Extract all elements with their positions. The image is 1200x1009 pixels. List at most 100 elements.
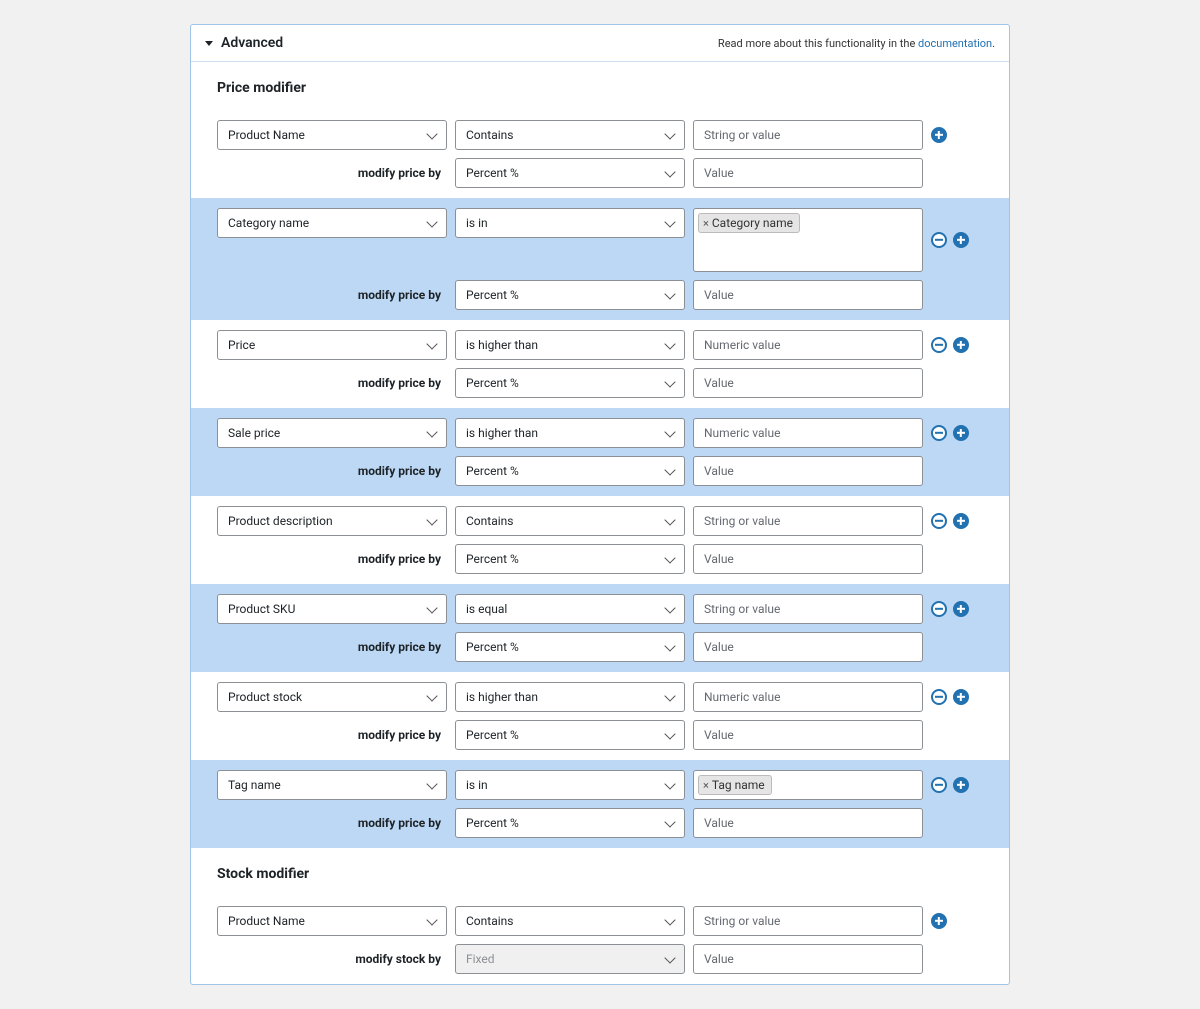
- modify-row: modify price by Percent % Value: [191, 716, 1009, 754]
- modify-type-select[interactable]: Percent %: [455, 158, 685, 188]
- modify-value-input[interactable]: Value: [693, 456, 923, 486]
- modify-type-select[interactable]: Percent %: [455, 456, 685, 486]
- remove-rule-icon[interactable]: [931, 337, 947, 353]
- panel-header-left: Advanced: [205, 35, 283, 51]
- operator-select[interactable]: is higher than: [455, 330, 685, 360]
- operator-select[interactable]: Contains: [455, 120, 685, 150]
- tag-label: Category name: [712, 216, 793, 230]
- operator-select[interactable]: is higher than: [455, 418, 685, 448]
- modify-value-input[interactable]: Value: [693, 544, 923, 574]
- advanced-panel: Advanced Read more about this functional…: [190, 24, 1010, 985]
- panel-header-hint: Read more about this functionality in th…: [718, 37, 995, 50]
- field-select[interactable]: Product Name: [217, 120, 447, 150]
- operator-select[interactable]: is in: [455, 770, 685, 800]
- remove-rule-icon[interactable]: [931, 689, 947, 705]
- condition-row: Price is higher than Numeric value: [191, 326, 1009, 364]
- rule-block: Sale price is higher than Numeric value mod…: [191, 408, 1009, 496]
- rule-actions: [931, 770, 969, 800]
- rule-actions: [931, 506, 969, 536]
- stock-rules: Product Name Contains String or value modif…: [191, 896, 1009, 984]
- modify-type-select[interactable]: Percent %: [455, 808, 685, 838]
- modify-row: modify price by Percent % Value: [191, 452, 1009, 490]
- add-rule-icon[interactable]: [953, 513, 969, 529]
- add-rule-icon[interactable]: [953, 689, 969, 705]
- rule-block: Category nameis in×Category namemodify p…: [191, 198, 1009, 320]
- modify-label: modify price by: [358, 720, 447, 750]
- add-rule-icon[interactable]: [953, 232, 969, 248]
- add-rule-icon[interactable]: [931, 127, 947, 143]
- documentation-link[interactable]: documentation: [918, 37, 992, 50]
- panel-header[interactable]: Advanced Read more about this functional…: [191, 25, 1009, 62]
- field-select[interactable]: Product Name: [217, 906, 447, 936]
- modify-label: modify price by: [358, 280, 447, 310]
- modify-value-input[interactable]: Value: [693, 158, 923, 188]
- field-select[interactable]: Category name: [217, 208, 447, 238]
- operator-select[interactable]: is higher than: [455, 682, 685, 712]
- modify-row: modify price by Percent % Value: [191, 154, 1009, 192]
- value-input[interactable]: String or value: [693, 120, 923, 150]
- remove-rule-icon[interactable]: [931, 777, 947, 793]
- value-input[interactable]: Numeric value: [693, 682, 923, 712]
- operator-select[interactable]: Contains: [455, 906, 685, 936]
- modify-label: modify stock by: [355, 944, 447, 974]
- operator-select[interactable]: is equal: [455, 594, 685, 624]
- panel-title: Advanced: [221, 35, 283, 51]
- tag-input[interactable]: ×Category name: [693, 208, 923, 272]
- modify-label: modify price by: [358, 808, 447, 838]
- value-input[interactable]: String or value: [693, 906, 923, 936]
- modify-value-input[interactable]: Value: [693, 720, 923, 750]
- remove-rule-icon[interactable]: [931, 601, 947, 617]
- modify-type-select[interactable]: Percent %: [455, 544, 685, 574]
- field-select[interactable]: Product stock: [217, 682, 447, 712]
- rule-block: Product description Contains String or val…: [191, 496, 1009, 584]
- rule-actions: [931, 906, 947, 936]
- close-icon[interactable]: ×: [703, 217, 709, 230]
- field-select[interactable]: Sale price: [217, 418, 447, 448]
- modify-value-input[interactable]: Value: [693, 944, 923, 974]
- remove-rule-icon[interactable]: [931, 232, 947, 248]
- add-rule-icon[interactable]: [931, 913, 947, 929]
- modify-label: modify price by: [358, 632, 447, 662]
- modify-label: modify price by: [358, 456, 447, 486]
- modify-type-select[interactable]: Percent %: [455, 280, 685, 310]
- modify-value-input[interactable]: Value: [693, 368, 923, 398]
- tag-chip[interactable]: ×Category name: [698, 213, 800, 233]
- modify-label: modify price by: [358, 158, 447, 188]
- add-rule-icon[interactable]: [953, 425, 969, 441]
- value-input[interactable]: Numeric value: [693, 330, 923, 360]
- field-select[interactable]: Product description: [217, 506, 447, 536]
- field-select[interactable]: Price: [217, 330, 447, 360]
- add-rule-icon[interactable]: [953, 777, 969, 793]
- value-input[interactable]: String or value: [693, 506, 923, 536]
- tag-chip[interactable]: ×Tag name: [698, 775, 772, 795]
- remove-rule-icon[interactable]: [931, 425, 947, 441]
- value-input[interactable]: String or value: [693, 594, 923, 624]
- condition-row: Tag name is in ×Tag name: [191, 766, 1009, 804]
- rule-actions: [931, 418, 969, 448]
- modify-row: modify price by Percent % Value: [191, 276, 1009, 314]
- modify-value-input[interactable]: Value: [693, 632, 923, 662]
- operator-select[interactable]: Contains: [455, 506, 685, 536]
- add-rule-icon[interactable]: [953, 337, 969, 353]
- rule-block: Product stock is higher than Numeric value…: [191, 672, 1009, 760]
- rule-actions: [931, 682, 969, 712]
- modify-row: modify price byPercent %Value: [191, 540, 1009, 578]
- modify-type-select: Fixed: [455, 944, 685, 974]
- remove-rule-icon[interactable]: [931, 513, 947, 529]
- tag-input[interactable]: ×Tag name: [693, 770, 923, 800]
- field-select[interactable]: Tag name: [217, 770, 447, 800]
- modify-type-select[interactable]: Percent %: [455, 368, 685, 398]
- rule-block: Product Name Contains String or value modif…: [191, 110, 1009, 198]
- condition-row: Category nameis in×Category name: [191, 204, 1009, 276]
- operator-select[interactable]: is in: [455, 208, 685, 238]
- modify-type-select[interactable]: Percent %: [455, 632, 685, 662]
- close-icon[interactable]: ×: [703, 779, 709, 792]
- modify-value-input[interactable]: Value: [693, 808, 923, 838]
- value-input[interactable]: Numeric value: [693, 418, 923, 448]
- condition-row: Sale price is higher than Numeric value: [191, 414, 1009, 452]
- modify-value-input[interactable]: Value: [693, 280, 923, 310]
- add-rule-icon[interactable]: [953, 601, 969, 617]
- section-title-stock: Stock modifier: [191, 848, 1009, 896]
- field-select[interactable]: Product SKU: [217, 594, 447, 624]
- modify-type-select[interactable]: Percent %: [455, 720, 685, 750]
